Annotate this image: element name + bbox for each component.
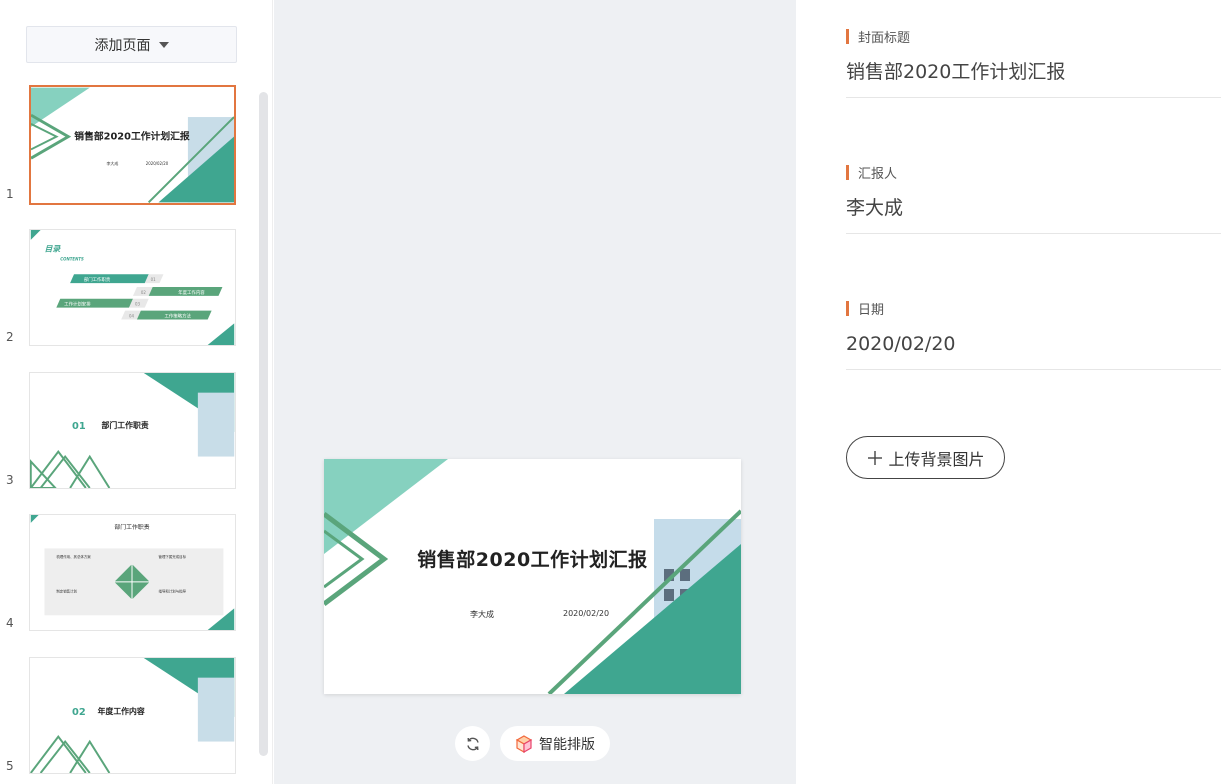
slide-preview[interactable]: 销售部2020工作计划汇报 李大成 2020/02/20 — [324, 459, 741, 694]
thumbnail-number: 3 — [6, 473, 14, 487]
slide-thumbnail-2-graphic: 目录 CONTENTS 部门工作职责 01 02 年度工作内容 工作计划安排 0… — [30, 230, 235, 345]
caret-down-icon — [158, 41, 169, 48]
cube-icon — [515, 734, 533, 753]
svg-text:01: 01 — [151, 277, 156, 282]
thumb-2-title: 目录 — [45, 245, 62, 254]
app-root: 添加页面 1 销售部2020工作计划汇报 李大成 2020/02/20 2 目录… — [0, 0, 1228, 784]
date-label: 日期 — [858, 302, 885, 318]
slide-thumbnail-5-graphic: 02 年度工作内容 — [30, 658, 235, 773]
svg-text:部门工作职责: 部门工作职责 — [84, 276, 111, 283]
slide-thumbnail-1-graphic: 销售部2020工作计划汇报 李大成 2020/02/20 — [31, 87, 234, 203]
upload-background-button[interactable]: 上传背景图片 — [846, 436, 1005, 479]
properties-panel: 封面标题 销售部2020工作计划汇报 汇报人 李大成 日期 2020/02/20… — [796, 0, 1228, 784]
thumb-2-subtitle: CONTENTS — [60, 256, 84, 261]
thumb-1-date: 2020/02/20 — [146, 161, 169, 166]
reporter-input[interactable]: 李大成 — [846, 197, 1221, 233]
svg-text:01: 01 — [72, 421, 86, 432]
svg-text:梳理作用、其总体方案: 梳理作用、其总体方案 — [56, 554, 91, 559]
slide-reporter: 李大成 — [470, 610, 494, 619]
smart-layout-button[interactable]: 智能排版 — [500, 726, 610, 761]
plus-icon — [868, 450, 883, 465]
slide-background-graphic — [324, 459, 741, 694]
reporter-field: 汇报人 李大成 — [846, 163, 1221, 234]
svg-text:年度工作内容: 年度工作内容 — [178, 289, 205, 296]
slide-thumbnail-3[interactable]: 01 部门工作职责 — [29, 372, 236, 489]
label-accent-bar — [846, 28, 849, 44]
slide-list-panel: 添加页面 1 销售部2020工作计划汇报 李大成 2020/02/20 2 目录… — [0, 0, 273, 784]
smart-layout-label: 智能排版 — [539, 736, 595, 753]
svg-text:部门工作职责: 部门工作职责 — [114, 523, 149, 531]
upload-background-label: 上传背景图片 — [888, 449, 985, 469]
slide-thumbnail-4-graphic: 部门工作职责 梳理作用、其总体方案 管理下属完成目标 制定销售计划 指导和计划与… — [30, 515, 235, 630]
thumbnail-number: 2 — [6, 330, 14, 344]
cover-title-field: 封面标题 销售部2020工作计划汇报 — [846, 27, 1221, 98]
slide-date: 2020/02/20 — [563, 609, 610, 618]
cover-title-label: 封面标题 — [858, 30, 911, 46]
add-page-label: 添加页面 — [94, 37, 151, 54]
scrollbar[interactable] — [259, 92, 268, 756]
svg-text:部门工作职责: 部门工作职责 — [102, 420, 149, 430]
add-page-button[interactable]: 添加页面 — [26, 26, 237, 63]
reporter-label: 汇报人 — [858, 166, 898, 182]
thumb-1-reporter: 李大成 — [107, 161, 119, 166]
cover-title-input[interactable]: 销售部2020工作计划汇报 — [846, 61, 1221, 97]
svg-text:工作策略方法: 工作策略方法 — [164, 312, 191, 319]
svg-text:管理下属完成目标: 管理下属完成目标 — [159, 554, 187, 559]
slide-thumbnail-2[interactable]: 目录 CONTENTS 部门工作职责 01 02 年度工作内容 工作计划安排 0… — [29, 229, 236, 346]
svg-text:02: 02 — [72, 707, 86, 718]
slide-thumbnail-5[interactable]: 02 年度工作内容 — [29, 657, 236, 774]
svg-text:制定销售计划: 制定销售计划 — [56, 589, 77, 594]
slide-thumbnail-1[interactable]: 销售部2020工作计划汇报 李大成 2020/02/20 — [29, 85, 236, 205]
date-field: 日期 2020/02/20 — [846, 299, 1221, 370]
svg-text:年度工作内容: 年度工作内容 — [98, 706, 145, 716]
slide-canvas-area: 销售部2020工作计划汇报 李大成 2020/02/20 智能排版 — [274, 0, 796, 784]
thumbnail-number: 1 — [6, 187, 14, 201]
thumbnail-number: 4 — [6, 616, 14, 630]
date-input[interactable]: 2020/02/20 — [846, 333, 1221, 369]
thumbnail-number: 5 — [6, 759, 14, 773]
svg-text:03: 03 — [135, 302, 140, 307]
label-accent-bar — [846, 300, 849, 316]
svg-text:04: 04 — [129, 313, 134, 318]
slide-thumbnail-3-graphic: 01 部门工作职责 — [30, 373, 235, 488]
svg-text:02: 02 — [141, 290, 146, 295]
slide-title: 销售部2020工作计划汇报 — [417, 549, 648, 571]
refresh-icon — [466, 737, 479, 750]
thumb-1-title: 销售部2020工作计划汇报 — [74, 130, 190, 143]
slide-thumbnail-4[interactable]: 部门工作职责 梳理作用、其总体方案 管理下属完成目标 制定销售计划 指导和计划与… — [29, 514, 236, 631]
label-accent-bar — [846, 164, 849, 180]
refresh-button[interactable] — [455, 726, 490, 761]
svg-text:指导和计划与指导: 指导和计划与指导 — [159, 589, 187, 594]
svg-text:工作计划安排: 工作计划安排 — [64, 301, 91, 308]
